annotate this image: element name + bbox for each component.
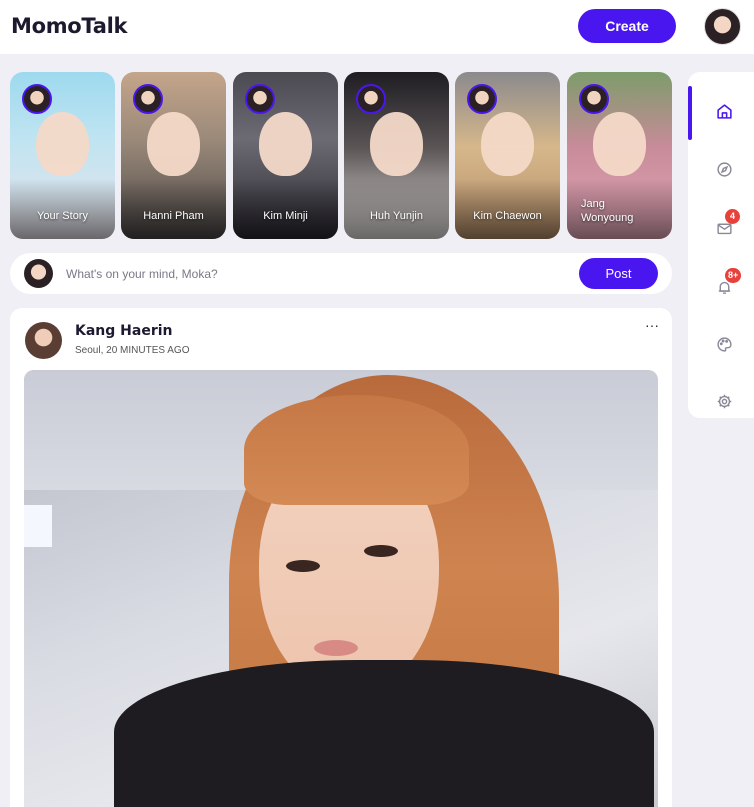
photo-eye xyxy=(364,545,398,557)
more-options-button[interactable]: ··· xyxy=(642,318,662,336)
photo-light xyxy=(24,505,52,547)
story-card[interactable]: Hanni Pham xyxy=(121,72,226,239)
side-navigation: 4 8+ xyxy=(688,72,754,418)
nav-messages[interactable]: 4 xyxy=(688,189,754,249)
profile-avatar[interactable] xyxy=(704,8,741,45)
story-card[interactable]: Your Story xyxy=(10,72,115,239)
notifications-badge: 8+ xyxy=(725,268,742,283)
feed-post: Kang Haerin Seoul, 20 MINUTES AGO ··· xyxy=(10,308,672,807)
story-avatar xyxy=(245,84,275,114)
post-composer: Post xyxy=(10,253,672,294)
top-bar: MomoTalk Create xyxy=(0,0,754,54)
nav-explore[interactable] xyxy=(688,130,754,190)
messages-badge: 4 xyxy=(725,209,740,224)
composer-avatar xyxy=(24,259,53,288)
story-card[interactable]: Kim Minji xyxy=(233,72,338,239)
nav-theme[interactable] xyxy=(688,305,754,365)
story-avatar xyxy=(579,84,609,114)
story-avatar xyxy=(356,84,386,114)
story-photo xyxy=(481,112,534,176)
nav-settings[interactable] xyxy=(688,362,754,422)
nav-notifications[interactable]: 8+ xyxy=(688,248,754,308)
story-name: Huh Yunjin xyxy=(369,210,423,222)
palette-icon xyxy=(717,337,732,352)
photo-fringe xyxy=(244,395,469,505)
author-avatar[interactable] xyxy=(25,322,62,359)
story-name: Your Story xyxy=(37,210,88,222)
settings-icon xyxy=(717,394,732,409)
story-name: Hanni Pham xyxy=(143,210,204,222)
story-name: Jang Wonyoung xyxy=(581,198,634,224)
photo-shirt xyxy=(114,660,654,807)
post-image[interactable] xyxy=(24,370,658,807)
story-card[interactable]: Huh Yunjin xyxy=(344,72,449,239)
story-photo xyxy=(147,112,200,176)
story-photo xyxy=(259,112,312,176)
post-button[interactable]: Post xyxy=(579,258,658,289)
story-photo xyxy=(36,112,89,176)
story-avatar xyxy=(467,84,497,114)
story-card[interactable]: Jang Wonyoung xyxy=(567,72,672,239)
story-name: Kim Minji xyxy=(263,210,308,222)
post-meta: Seoul, 20 MINUTES AGO xyxy=(75,345,190,356)
story-avatar xyxy=(133,84,163,114)
photo-eye xyxy=(286,560,320,572)
create-button[interactable]: Create xyxy=(578,9,676,43)
status-input[interactable] xyxy=(66,263,546,285)
nav-home[interactable] xyxy=(688,72,754,140)
compass-icon xyxy=(717,162,732,177)
home-icon xyxy=(717,104,732,119)
photo-lips xyxy=(314,640,358,656)
author-name[interactable]: Kang Haerin xyxy=(75,323,173,339)
story-avatar xyxy=(22,84,52,114)
story-photo xyxy=(593,112,646,176)
story-name: Kim Chaewon xyxy=(473,210,542,222)
story-card[interactable]: Kim Chaewon xyxy=(455,72,560,239)
stories-strip: Your Story Hanni Pham Kim Minji Huh Yunj… xyxy=(10,72,674,239)
story-photo xyxy=(370,112,423,176)
brand-logo[interactable]: MomoTalk xyxy=(11,14,127,38)
